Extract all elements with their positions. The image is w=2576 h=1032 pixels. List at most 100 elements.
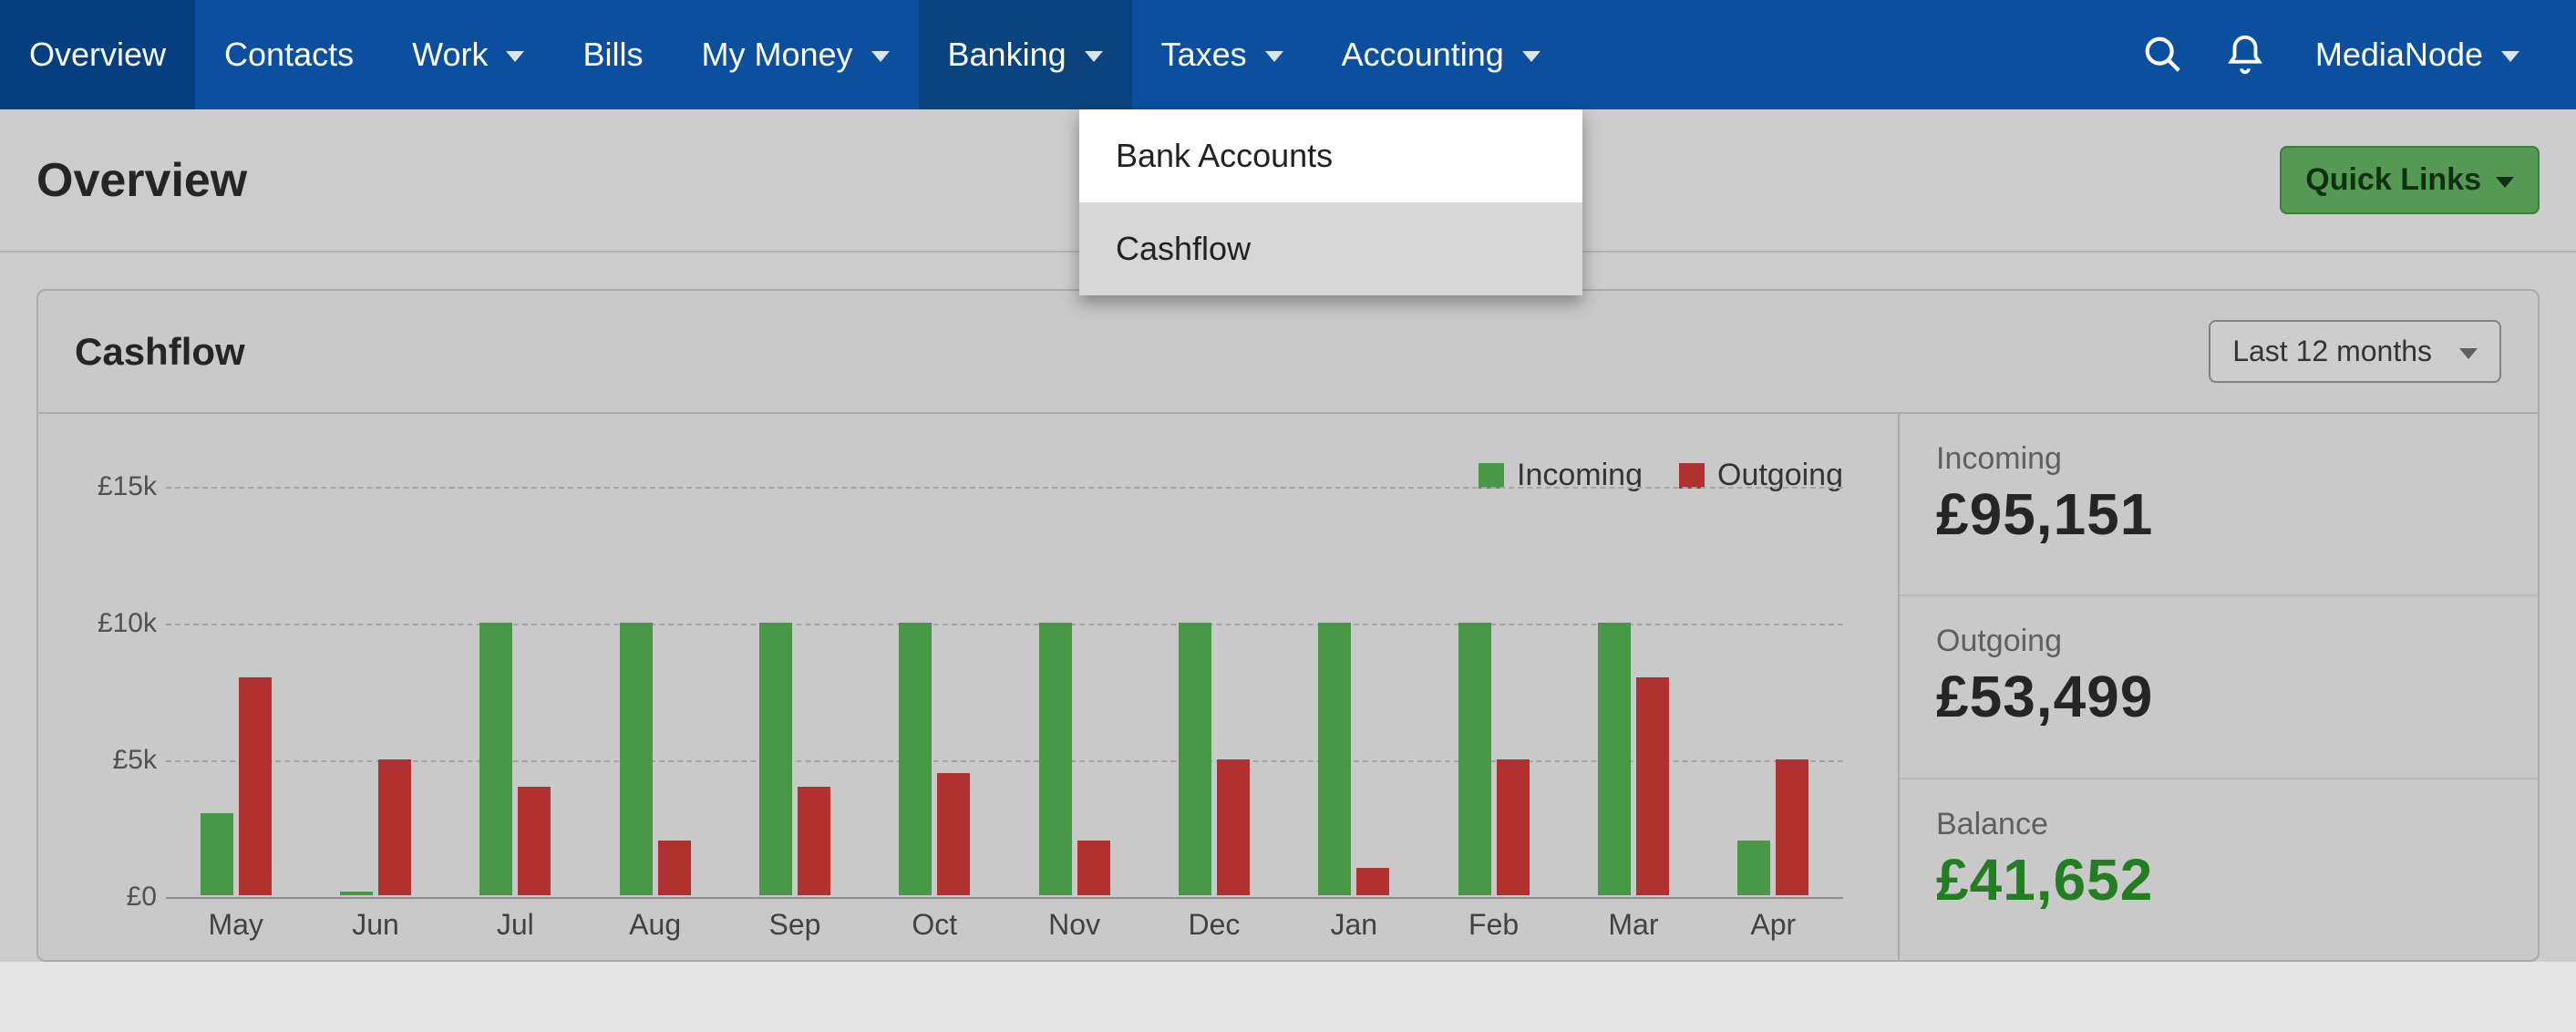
x-tick-label: Apr — [1704, 908, 1843, 942]
bar-outgoing[interactable] — [1497, 759, 1530, 895]
x-tick-label: Mar — [1563, 908, 1703, 942]
bar-outgoing[interactable] — [658, 841, 691, 895]
bar-incoming[interactable] — [479, 623, 512, 895]
nav-contacts[interactable]: Contacts — [195, 0, 383, 109]
chevron-down-icon — [2501, 51, 2519, 62]
x-tick-label: Jul — [446, 908, 585, 942]
chevron-down-icon — [506, 51, 524, 62]
summary-balance: Balance £41,652 — [1900, 779, 2538, 960]
search-icon[interactable] — [2122, 34, 2204, 76]
nav-taxes[interactable]: Taxes — [1132, 0, 1313, 109]
bar-outgoing[interactable] — [1217, 759, 1250, 895]
chevron-down-icon — [2459, 348, 2478, 359]
chart-column-feb — [1424, 459, 1563, 895]
nav-label: Accounting — [1342, 36, 1504, 74]
bar-outgoing[interactable] — [798, 787, 830, 896]
bar-incoming[interactable] — [1598, 623, 1631, 895]
nav-accounting[interactable]: Accounting — [1313, 0, 1570, 109]
x-tick-label: Nov — [1005, 908, 1144, 942]
nav-label: Work — [412, 36, 488, 74]
period-label: Last 12 months — [2232, 335, 2432, 368]
bar-incoming[interactable] — [201, 813, 233, 895]
summary-label: Incoming — [1936, 441, 2501, 477]
chevron-down-icon — [1085, 51, 1103, 62]
summary-incoming: Incoming £95,151 — [1900, 414, 2538, 596]
company-switcher[interactable]: MediaNode — [2286, 36, 2549, 74]
nav-label: Overview — [29, 36, 166, 74]
x-tick-label: May — [166, 908, 305, 942]
bar-outgoing[interactable] — [1077, 841, 1110, 895]
x-tick-label: Feb — [1424, 908, 1563, 942]
page-title: Overview — [36, 153, 247, 208]
y-tick-label: £15k — [75, 471, 157, 502]
chart-column-dec — [1144, 459, 1283, 895]
x-tick-label: Dec — [1144, 908, 1283, 942]
chart-column-sep — [725, 459, 864, 895]
bar-incoming[interactable] — [899, 623, 932, 895]
bar-incoming[interactable] — [1318, 623, 1351, 895]
bar-incoming[interactable] — [759, 623, 792, 895]
x-tick-label: Sep — [725, 908, 864, 942]
y-tick-label: £0 — [75, 882, 157, 913]
chart-column-nov — [1005, 459, 1144, 895]
summary-value: £95,151 — [1936, 480, 2501, 548]
nav-label: My Money — [701, 36, 852, 74]
chevron-down-icon — [2496, 177, 2514, 188]
chart-column-oct — [865, 459, 1005, 895]
nav-my-money[interactable]: My Money — [672, 0, 918, 109]
company-name: MediaNode — [2315, 36, 2483, 74]
nav-label: Banking — [948, 36, 1066, 74]
chevron-down-icon — [871, 51, 890, 62]
bar-incoming[interactable] — [1179, 623, 1211, 895]
menu-item-cashflow[interactable]: Cashflow — [1079, 202, 1582, 295]
bar-outgoing[interactable] — [1776, 759, 1808, 895]
cashflow-chart: Incoming Outgoing £0£5k£10k£15k MayJunJu… — [38, 414, 1898, 960]
chart-column-mar — [1563, 459, 1703, 895]
nav-work[interactable]: Work — [383, 0, 553, 109]
chart-column-jan — [1284, 459, 1424, 895]
gridline — [166, 897, 1843, 899]
bar-incoming[interactable] — [1039, 623, 1072, 895]
x-tick-label: Jun — [305, 908, 445, 942]
bell-icon[interactable] — [2204, 34, 2286, 76]
banking-dropdown: Bank AccountsCashflow — [1079, 109, 1582, 295]
summary-value: £53,499 — [1936, 663, 2501, 730]
bar-outgoing[interactable] — [378, 759, 411, 895]
x-tick-label: Jan — [1284, 908, 1424, 942]
period-select[interactable]: Last 12 months — [2209, 320, 2501, 383]
bar-outgoing[interactable] — [1636, 677, 1669, 895]
nav-overview[interactable]: Overview — [0, 0, 195, 109]
nav-label: Bills — [582, 36, 643, 74]
chart-column-aug — [585, 459, 725, 895]
bar-outgoing[interactable] — [1356, 868, 1389, 895]
summary-label: Balance — [1936, 807, 2501, 842]
summary-value: £41,652 — [1936, 846, 2501, 913]
menu-item-bank-accounts[interactable]: Bank Accounts — [1079, 109, 1582, 202]
nav-bills[interactable]: Bills — [553, 0, 672, 109]
bar-outgoing[interactable] — [239, 677, 272, 895]
bar-incoming[interactable] — [1458, 623, 1491, 895]
chart-column-may — [166, 459, 305, 895]
cashflow-card: Cashflow Last 12 months Incoming Outgoin… — [36, 289, 2540, 962]
chart-column-apr — [1704, 459, 1843, 895]
cashflow-summary: Incoming £95,151 Outgoing £53,499 Balanc… — [1898, 414, 2538, 960]
nav-label: Contacts — [224, 36, 354, 74]
quick-links-button[interactable]: Quick Links — [2280, 146, 2540, 214]
y-tick-label: £5k — [75, 745, 157, 776]
nav-banking[interactable]: Banking — [919, 0, 1132, 109]
bar-incoming[interactable] — [620, 623, 653, 895]
chevron-down-icon — [1265, 51, 1283, 62]
x-tick-label: Aug — [585, 908, 725, 942]
y-tick-label: £10k — [75, 608, 157, 639]
bar-outgoing[interactable] — [937, 773, 970, 895]
quick-links-label: Quick Links — [2305, 162, 2481, 198]
top-nav: Overview Contacts Work Bills My Money Banking… — [0, 0, 2576, 109]
bar-outgoing[interactable] — [518, 787, 551, 896]
bar-incoming[interactable] — [1737, 841, 1770, 895]
summary-label: Outgoing — [1936, 624, 2501, 659]
chevron-down-icon — [1522, 51, 1540, 62]
nav-label: Taxes — [1161, 36, 1247, 74]
bar-incoming[interactable] — [340, 892, 373, 895]
chart-column-jun — [305, 459, 445, 895]
summary-outgoing: Outgoing £53,499 — [1900, 596, 2538, 779]
